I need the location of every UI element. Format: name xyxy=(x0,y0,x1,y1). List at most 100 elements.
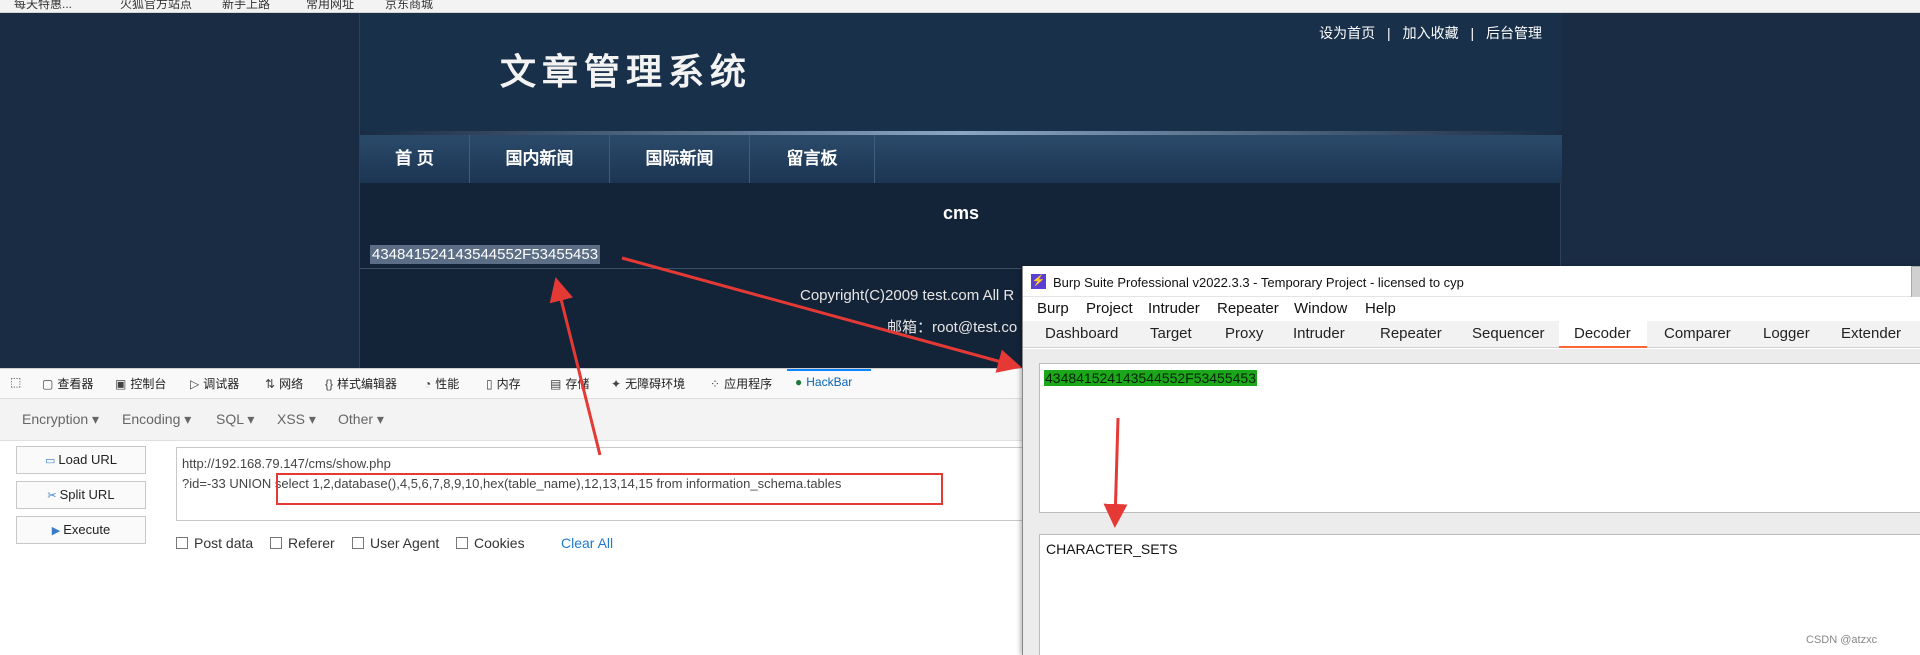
tab-intruder[interactable]: Intruder xyxy=(1293,325,1345,342)
devtools-toolbar: ⬚ ▢ 查看器 ▣ 控制台 ▷ 调试器 ⇅ 网络 {} 样式编辑器 ◔ 性能 ▯ 内存 ▤ 存储… xyxy=(0,369,1030,399)
nav-message-board[interactable]: 留言板 xyxy=(750,135,875,183)
site-title: 文章管理系统 xyxy=(500,51,753,93)
menu-other[interactable]: Other ▾ xyxy=(338,411,384,428)
memory-icon: ▯ xyxy=(486,377,493,391)
cookies-checkbox[interactable]: Cookies xyxy=(456,535,525,551)
tab-dashboard[interactable]: Dashboard xyxy=(1045,325,1118,342)
tab-storage[interactable]: ▤ 存储 xyxy=(550,375,589,392)
burp-menubar: Burp Project Intruder Repeater Window He… xyxy=(1023,297,1920,321)
menu-xss[interactable]: XSS ▾ xyxy=(277,411,316,428)
site-header: 文章管理系统 设为首页 | 加入收藏 | 后台管理 xyxy=(360,13,1562,133)
menu-help[interactable]: Help xyxy=(1365,300,1396,317)
devtools-panel: ⬚ ▢ 查看器 ▣ 控制台 ▷ 调试器 ⇅ 网络 {} 样式编辑器 ◔ 性能 ▯ 内存 ▤ 存储… xyxy=(0,368,1036,655)
tab-decoder[interactable]: Decoder xyxy=(1574,325,1631,342)
admin-link[interactable]: 后台管理 xyxy=(1486,25,1542,41)
menu-repeater[interactable]: Repeater xyxy=(1217,300,1279,317)
accessibility-icon: ✦ xyxy=(611,377,622,391)
tab-proxy[interactable]: Proxy xyxy=(1225,325,1263,342)
console-icon: ▣ xyxy=(115,377,127,391)
menu-project[interactable]: Project xyxy=(1086,300,1133,317)
scissors-icon: ✂ xyxy=(47,490,57,502)
burp-window: ⚡ Burp Suite Professional v2022.3.3 - Te… xyxy=(1022,266,1920,655)
link-separator: | xyxy=(1470,25,1475,41)
tab-debugger[interactable]: ▷ 调试器 xyxy=(190,375,239,392)
menu-intruder[interactable]: Intruder xyxy=(1148,300,1200,317)
top-links: 设为首页 | 加入收藏 | 后台管理 xyxy=(1319,23,1542,43)
load-url-button[interactable]: ▭ Load URL xyxy=(16,446,146,474)
burp-tabbar: Dashboard Target Proxy Intruder Repeater… xyxy=(1023,321,1920,348)
active-tab-indicator xyxy=(787,369,871,371)
hackbar-icon: ● xyxy=(795,375,803,389)
debugger-icon: ▷ xyxy=(190,377,200,391)
tab-console[interactable]: ▣ 控制台 xyxy=(115,375,166,392)
tab-style-editor[interactable]: {} 样式编辑器 xyxy=(325,375,397,392)
execute-button[interactable]: ▶ Execute xyxy=(16,516,146,544)
tab-performance[interactable]: ◔ 性能 xyxy=(424,375,459,392)
style-editor-icon: {} xyxy=(325,377,334,391)
bookmark-item[interactable]: 新手上路 xyxy=(222,0,270,12)
tab-target[interactable]: Target xyxy=(1150,325,1192,342)
referer-checkbox[interactable]: Referer xyxy=(270,535,335,551)
decoder-panel: 434841524143544552F53455453 CHARACTER_SE… xyxy=(1023,349,1920,655)
add-favorite-link[interactable]: 加入收藏 xyxy=(1403,25,1459,41)
nav-domestic-news[interactable]: 国内新闻 xyxy=(470,135,610,183)
burp-window-title: Burp Suite Professional v2022.3.3 - Temp… xyxy=(1053,275,1464,290)
bookmark-item[interactable]: 常用网址 xyxy=(306,0,354,12)
performance-icon: ◔ xyxy=(424,377,432,391)
tab-accessibility[interactable]: ✦ 无障碍环境 xyxy=(611,375,685,392)
decoder-input[interactable]: 434841524143544552F53455453 xyxy=(1039,363,1920,513)
tab-logger[interactable]: Logger xyxy=(1763,325,1810,342)
copyright-text: Copyright(C)2009 test.com All R xyxy=(800,287,1015,304)
load-icon: ▭ xyxy=(45,455,56,467)
tab-comparer[interactable]: Comparer xyxy=(1664,325,1731,342)
menu-burp[interactable]: Burp xyxy=(1037,300,1069,317)
set-homepage-link[interactable]: 设为首页 xyxy=(1319,25,1375,41)
menu-encoding[interactable]: Encoding ▾ xyxy=(122,411,191,428)
article-title: cms xyxy=(942,203,980,223)
tab-hackbar[interactable]: ● HackBar xyxy=(795,375,852,389)
nav-home[interactable]: 首 页 xyxy=(360,135,470,183)
menu-window[interactable]: Window xyxy=(1294,300,1347,317)
tab-application[interactable]: ⁘ 应用程序 xyxy=(710,375,772,392)
application-icon: ⁘ xyxy=(710,377,721,391)
play-icon: ▶ xyxy=(51,525,61,537)
picker-icon[interactable]: ⬚ xyxy=(10,375,25,389)
inspector-icon: ▢ xyxy=(42,377,54,391)
user-agent-checkbox[interactable]: User Agent xyxy=(352,535,439,551)
tab-inspector[interactable]: ▢ 查看器 xyxy=(42,375,93,392)
watermark: CSDN @atzxc xyxy=(1806,634,1878,646)
decoder-input-text: 434841524143544552F53455453 xyxy=(1044,370,1257,386)
nav-international-news[interactable]: 国际新闻 xyxy=(610,135,750,183)
chevron-down-icon: ▾ xyxy=(247,411,255,427)
burp-logo-icon: ⚡ xyxy=(1031,274,1046,289)
email-text: 邮箱：root@test.co xyxy=(887,319,1018,336)
hex-output-text: 434841524143544552F53455453 xyxy=(370,245,601,264)
menu-sql[interactable]: SQL ▾ xyxy=(216,411,254,428)
chevron-down-icon: ▾ xyxy=(376,411,384,427)
decoder-output-text: CHARACTER_SETS xyxy=(1046,541,1178,557)
annotation-box xyxy=(276,473,943,505)
menu-encryption[interactable]: Encryption ▾ xyxy=(22,411,99,428)
clear-all-link[interactable]: Clear All xyxy=(561,535,613,551)
network-icon: ⇅ xyxy=(265,377,276,391)
tab-extender[interactable]: Extender xyxy=(1841,325,1901,342)
link-separator: | xyxy=(1387,25,1391,41)
bookmark-item[interactable]: 火狐官方站点 xyxy=(120,0,192,12)
site-nav: 首 页 国内新闻 国际新闻 留言板 xyxy=(360,135,1562,183)
chevron-down-icon: ▾ xyxy=(184,411,192,427)
split-url-button[interactable]: ✂ Split URL xyxy=(16,481,146,509)
tab-memory[interactable]: ▯ 内存 xyxy=(486,375,521,392)
post-data-checkbox[interactable]: Post data xyxy=(176,535,253,551)
burp-titlebar: ⚡ Burp Suite Professional v2022.3.3 - Te… xyxy=(1023,266,1920,306)
tab-repeater[interactable]: Repeater xyxy=(1380,325,1442,342)
storage-icon: ▤ xyxy=(550,377,562,391)
tab-network[interactable]: ⇅ 网络 xyxy=(265,375,303,392)
bookmarks-bar: 每天特惠... 火狐官方站点 新手上路 常用网址 京东商城 xyxy=(0,0,1920,13)
bookmark-item[interactable]: 每天特惠... xyxy=(14,0,72,12)
tab-sequencer[interactable]: Sequencer xyxy=(1472,325,1545,342)
chevron-down-icon: ▾ xyxy=(308,411,316,427)
decoder-output[interactable]: CHARACTER_SETS xyxy=(1039,534,1920,655)
hackbar-menu: Encryption ▾ Encoding ▾ SQL ▾ XSS ▾ Othe… xyxy=(0,399,1030,441)
bookmark-item[interactable]: 京东商城 xyxy=(385,0,433,12)
chevron-down-icon: ▾ xyxy=(92,411,100,427)
